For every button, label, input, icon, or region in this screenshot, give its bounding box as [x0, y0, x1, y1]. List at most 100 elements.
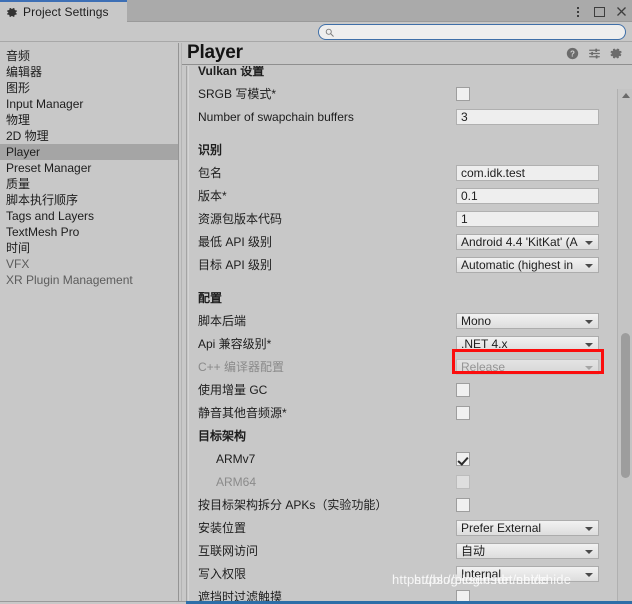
row-control: [456, 382, 470, 397]
settings-row: 最低 API 级别 Android 4.4 'KitKat' (A: [182, 230, 614, 253]
row-label: ARM64: [216, 474, 257, 489]
row-label: 按目标架构拆分 APKs（实验功能）: [198, 498, 388, 512]
scrollbar-thumb[interactable]: [621, 333, 630, 478]
settings-sidebar[interactable]: 音频 编辑器 图形 Input Manager 物理 2D 物理 Player Preset …: [0, 43, 178, 604]
sidebar-item-6[interactable]: Player: [0, 144, 178, 160]
vertical-scrollbar[interactable]: [617, 89, 632, 604]
row-control: Internal: [456, 565, 599, 582]
checkbox[interactable]: [456, 382, 470, 397]
settings-row: 配置: [182, 286, 614, 309]
maximize-icon[interactable]: [594, 6, 605, 17]
dropdown-value: .NET 4.x: [461, 336, 508, 351]
preset-icon[interactable]: [588, 47, 601, 60]
row-control: [456, 108, 599, 125]
chevron-down-icon: [585, 526, 593, 531]
search-box[interactable]: [318, 24, 626, 40]
row-label: 互联网访问: [198, 544, 259, 558]
dropdown-value: 自动: [461, 544, 486, 558]
dropdown[interactable]: Internal: [456, 565, 599, 582]
sidebar-item-7[interactable]: Preset Manager: [0, 160, 178, 176]
help-icon[interactable]: ?: [566, 47, 579, 60]
sidebar-item-5[interactable]: 2D 物理: [0, 128, 178, 144]
settings-gear-icon[interactable]: [610, 47, 623, 60]
dropdown[interactable]: Automatic (highest in: [456, 256, 599, 273]
sidebar-item-4[interactable]: 物理: [0, 112, 178, 128]
dropdown[interactable]: Mono: [456, 312, 599, 329]
settings-rows: Vulkan 设置 SRGB 写模式* Number of swapchain bu…: [182, 66, 614, 604]
text-field[interactable]: [456, 210, 599, 227]
dropdown[interactable]: Prefer External: [456, 519, 599, 536]
checkbox[interactable]: [456, 86, 470, 101]
settings-row: 版本*: [182, 184, 614, 207]
sidebar-item-12[interactable]: 时间: [0, 240, 178, 256]
sidebar-item-11[interactable]: TextMesh Pro: [0, 224, 178, 240]
row-label: 资源包版本代码: [198, 212, 283, 226]
chevron-down-icon: [585, 572, 593, 577]
row-label: 目标 API 级别: [198, 258, 273, 272]
checkbox[interactable]: [456, 405, 470, 420]
search-input[interactable]: [338, 25, 618, 39]
row-control: Android 4.4 'KitKat' (A: [456, 233, 599, 250]
gear-icon: [7, 7, 18, 18]
more-vertical-icon[interactable]: [571, 5, 584, 18]
row-label: 使用增量 GC: [198, 383, 268, 397]
dropdown-value: Android 4.4 'KitKat' (A: [461, 234, 578, 249]
sidebar-item-0[interactable]: 音频: [0, 48, 178, 64]
sidebar-item-8[interactable]: 质量: [0, 176, 178, 192]
chevron-down-icon: [585, 549, 593, 554]
settings-row: 使用增量 GC: [182, 378, 614, 401]
settings-row: Api 兼容级别* .NET 4.x: [182, 332, 614, 355]
window-tab-bar: Project Settings: [0, 0, 632, 22]
page-title: Player: [187, 43, 243, 63]
text-field[interactable]: [456, 164, 599, 181]
tab-project-settings[interactable]: Project Settings: [0, 0, 127, 22]
settings-row: [182, 128, 614, 138]
row-control: [456, 451, 470, 466]
settings-row: ARMv7: [182, 447, 614, 470]
chevron-down-icon: [585, 240, 593, 245]
text-field[interactable]: [456, 187, 599, 204]
dropdown: Release: [456, 358, 599, 375]
row-control: [456, 164, 599, 181]
row-control: 自动: [456, 542, 599, 559]
chevron-down-icon: [585, 319, 593, 324]
player-settings-panel: Player ? Vulkan 设置 SRGB 写模式* Number of s…: [182, 43, 632, 604]
scroll-up-arrow[interactable]: [618, 89, 632, 102]
row-label: 静音其他音频源*: [198, 406, 287, 420]
row-label: 识别: [198, 143, 223, 157]
panel-header-icons: ?: [566, 47, 623, 60]
row-control: [456, 86, 470, 101]
sidebar-item-10[interactable]: Tags and Layers: [0, 208, 178, 224]
dropdown[interactable]: 自动: [456, 542, 599, 559]
row-label: 版本*: [198, 189, 227, 203]
dropdown[interactable]: .NET 4.x: [456, 335, 599, 352]
row-label: 安装位置: [198, 521, 247, 535]
sidebar-item-3[interactable]: Input Manager: [0, 96, 178, 112]
dropdown[interactable]: Android 4.4 'KitKat' (A: [456, 233, 599, 250]
search-icon: [325, 28, 334, 37]
row-control: Prefer External: [456, 519, 599, 536]
settings-row: 包名: [182, 161, 614, 184]
checkbox: [456, 474, 470, 489]
settings-row: C++ 编译器配置 Release: [182, 355, 614, 378]
checkbox[interactable]: [456, 451, 470, 466]
sidebar-item-14[interactable]: XR Plugin Management: [0, 272, 178, 288]
search-bar-row: [0, 22, 632, 42]
sidebar-item-1[interactable]: 编辑器: [0, 64, 178, 80]
dropdown-value: Release: [461, 359, 506, 374]
settings-row: 静音其他音频源*: [182, 401, 614, 424]
sidebar-item-9[interactable]: 脚本执行顺序: [0, 192, 178, 208]
checkbox[interactable]: [456, 497, 470, 512]
window-controls: [571, 0, 628, 22]
settings-row: 资源包版本代码: [182, 207, 614, 230]
row-label: 目标架构: [198, 429, 247, 443]
close-icon[interactable]: [615, 5, 628, 18]
row-control: [456, 497, 470, 512]
row-label: 脚本后端: [198, 314, 247, 328]
sidebar-item-13[interactable]: VFX: [0, 256, 178, 272]
panel-header: Player ?: [182, 43, 632, 65]
row-control: Release: [456, 358, 599, 375]
sidebar-divider: [178, 43, 179, 604]
sidebar-item-2[interactable]: 图形: [0, 80, 178, 96]
text-field[interactable]: [456, 108, 599, 125]
